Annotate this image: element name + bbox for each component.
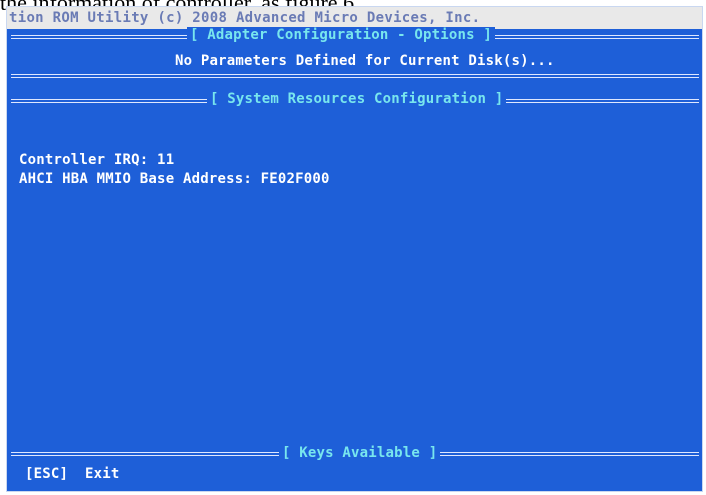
- adapter-no-parameters-message: No Parameters Defined for Current Disk(s…: [175, 53, 555, 69]
- ahci-mmio-line: AHCI HBA MMIO Base Address: FE02F000: [19, 171, 330, 187]
- esc-key[interactable]: [ESC]: [25, 466, 68, 482]
- esc-exit-label: Exit: [85, 466, 120, 482]
- adapter-section-bottom-divider: [11, 74, 699, 78]
- controller-irq-line: Controller IRQ: 11: [19, 152, 175, 168]
- utility-title: tion ROM Utility (c) 2008 Advanced Micro…: [9, 10, 481, 26]
- utility-title-bar: tion ROM Utility (c) 2008 Advanced Micro…: [7, 7, 702, 29]
- adapter-section-title: [ Adapter Configuration - Options ]: [187, 27, 496, 43]
- keys-section-title: [ Keys Available ]: [279, 445, 441, 461]
- bios-screen: tion ROM Utility (c) 2008 Advanced Micro…: [6, 6, 703, 492]
- resources-section-title: [ System Resources Configuration ]: [207, 91, 507, 107]
